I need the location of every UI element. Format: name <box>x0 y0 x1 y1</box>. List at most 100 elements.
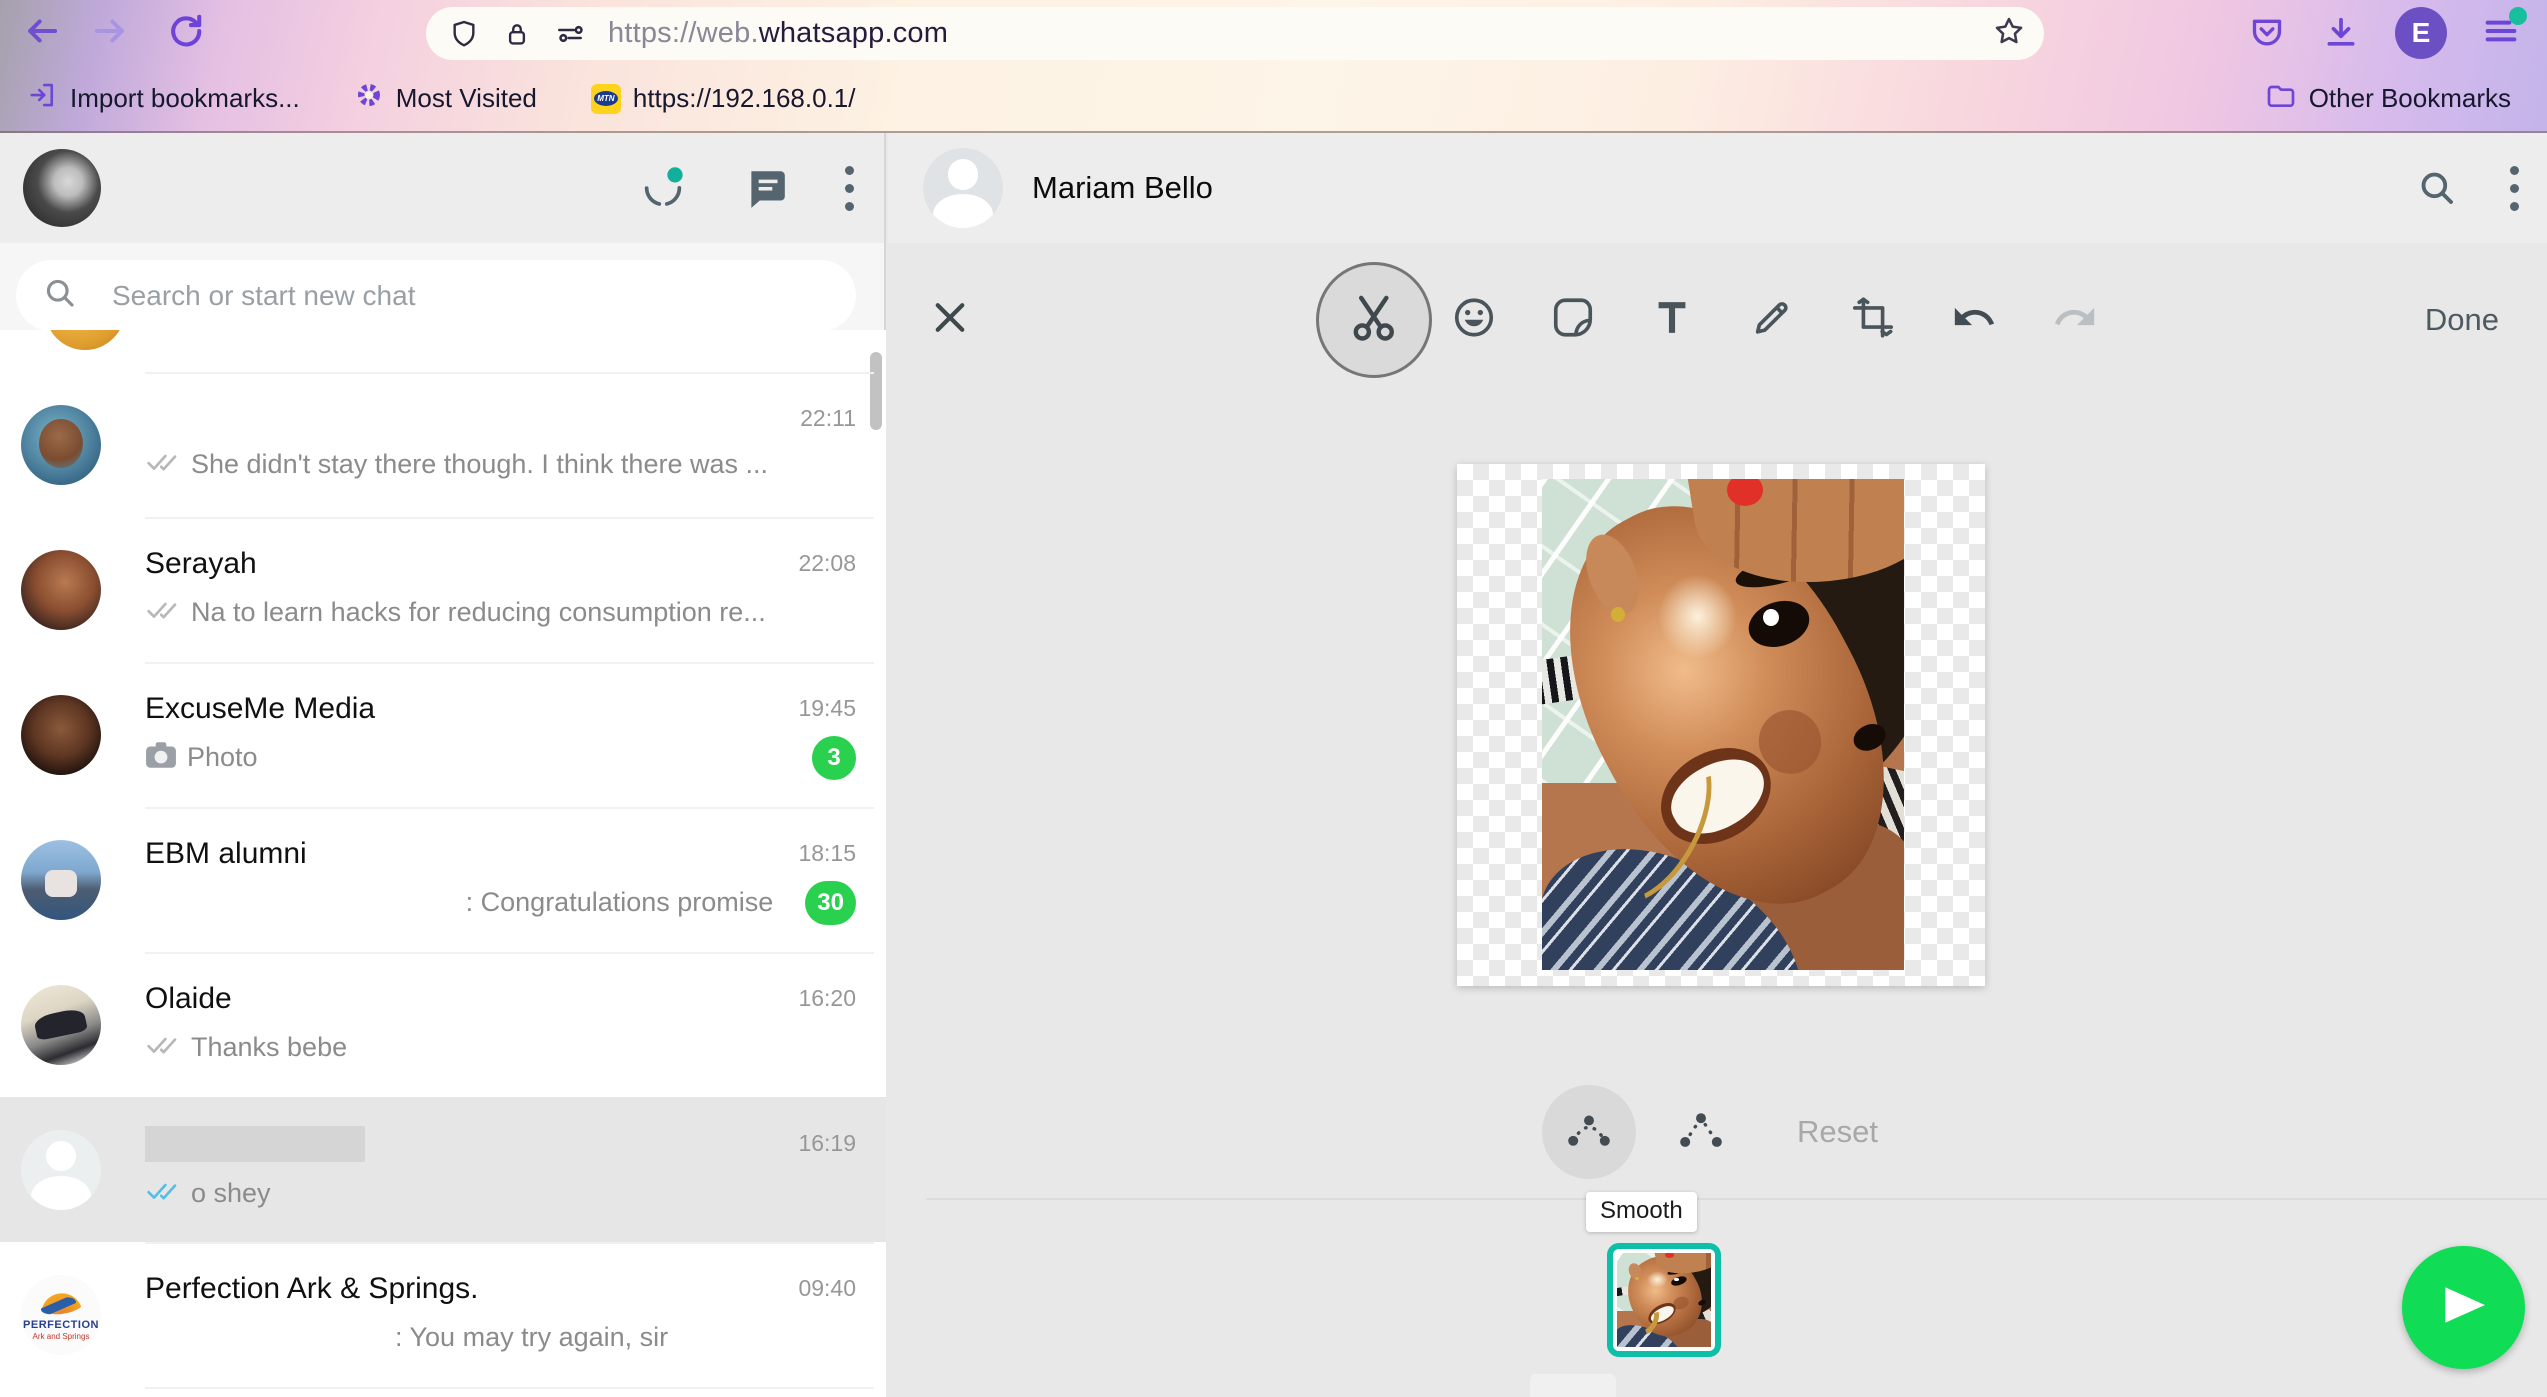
chat-list-item[interactable]: ExcuseMe Media 19:45 Photo 3 <box>0 662 886 807</box>
avatar <box>21 550 101 630</box>
scissors-icon <box>1346 290 1402 351</box>
chat-list-item[interactable]: PERFECTION Ark and Springs Perfection Ar… <box>0 1242 886 1387</box>
sharp-curve-button[interactable] <box>1675 1104 1727 1161</box>
bookmark-star-icon[interactable] <box>1992 14 2026 53</box>
sharp-curve-icon <box>1675 1104 1727 1161</box>
url-text: https://web.whatsapp.com <box>608 17 1992 50</box>
bookmark-router[interactable]: MTN https://192.168.0.1/ <box>591 83 856 114</box>
photo-thumbnail-image <box>1617 1253 1711 1347</box>
photo-editor-panel: Mariam Bello <box>888 133 2547 1397</box>
chat-time: 16:19 <box>798 1130 856 1157</box>
sidebar-menu-button[interactable] <box>845 166 854 211</box>
done-button[interactable]: Done <box>2425 302 2499 338</box>
search-area <box>0 243 884 330</box>
search-bar[interactable] <box>16 260 856 331</box>
search-input[interactable] <box>112 280 830 312</box>
chat-header: Mariam Bello <box>888 133 2547 243</box>
back-button[interactable] <box>17 8 67 58</box>
photo-being-edited[interactable] <box>1542 479 1904 970</box>
other-bookmarks[interactable]: Other Bookmarks <box>2265 79 2511 118</box>
url-bar[interactable]: https://web.whatsapp.com <box>426 7 2044 60</box>
download-icon[interactable] <box>2321 13 2361 53</box>
chat-message: Na to learn hacks for reducing consumpti… <box>191 597 766 628</box>
bookmark-most-visited[interactable]: Most Visited <box>354 80 537 117</box>
chat-title: Mariam Bello <box>1032 133 1213 243</box>
other-bookmarks-label: Other Bookmarks <box>2309 83 2511 114</box>
navbar-right-icons: E <box>2247 0 2547 66</box>
profile-avatar[interactable] <box>23 149 101 227</box>
gear-icon <box>354 80 384 117</box>
double-tick-icon <box>145 598 181 627</box>
lock-icon[interactable] <box>502 18 532 50</box>
status-button[interactable] <box>639 164 687 212</box>
undo-icon <box>1951 295 1997 346</box>
notification-dot <box>2509 7 2527 25</box>
sidebar-header-icons <box>639 133 854 243</box>
editor-divider <box>926 1198 2547 1200</box>
reload-icon <box>166 12 204 55</box>
undo-button[interactable] <box>1951 295 1997 346</box>
sidebar-header <box>0 133 884 243</box>
camera-icon <box>145 741 177 774</box>
chat-time: 19:45 <box>798 695 856 722</box>
tracking-shield-icon[interactable] <box>448 18 480 50</box>
account-avatar[interactable]: E <box>2395 7 2447 59</box>
send-button[interactable] <box>2402 1246 2525 1369</box>
draw-tool-button[interactable] <box>1749 295 1795 346</box>
photo-thumbnail[interactable] <box>1607 1243 1721 1357</box>
text-tool-button[interactable] <box>1649 295 1695 346</box>
reset-button[interactable]: Reset <box>1797 1114 1878 1150</box>
folder-icon <box>2265 79 2297 118</box>
search-icon[interactable] <box>2416 167 2458 209</box>
pocket-icon[interactable] <box>2247 13 2287 53</box>
chat-list-item[interactable]: 16:19 o shey <box>0 1097 886 1242</box>
avatar: PERFECTION Ark and Springs <box>21 1275 101 1355</box>
avatar <box>21 1130 101 1210</box>
pencil-icon <box>1749 295 1795 346</box>
double-tick-icon <box>145 1033 181 1062</box>
reload-button[interactable] <box>160 8 210 58</box>
browser-navbar: https://web.whatsapp.com E <box>0 0 2547 66</box>
avatar <box>45 330 125 350</box>
back-arrow-icon <box>23 12 61 55</box>
chat-message: : You may try again, sir <box>395 1322 668 1353</box>
redo-button[interactable] <box>2052 295 2098 346</box>
bookmark-label: https://192.168.0.1/ <box>633 83 856 114</box>
chat-message: o shey <box>191 1178 271 1209</box>
permissions-icon[interactable] <box>554 18 586 50</box>
smooth-tooltip: Smooth <box>1586 1192 1697 1232</box>
chat-time: 22:08 <box>798 550 856 577</box>
unread-badge: 30 <box>805 881 856 925</box>
avatar <box>21 840 101 920</box>
chat-list-item[interactable]: EBM alumni 18:15 : Congratulations promi… <box>0 807 886 952</box>
app-menu-button[interactable] <box>2481 11 2521 56</box>
unread-badge: 3 <box>812 736 856 780</box>
bookmarks-bar: Import bookmarks... Most Visited MTN htt… <box>0 66 2547 131</box>
edit-canvas[interactable] <box>1457 464 1985 986</box>
chat-list-item[interactable]: Serayah 22:08 Na to learn hacks for redu… <box>0 517 886 662</box>
sticker-tool-button[interactable] <box>1550 295 1596 346</box>
cutout-tool-button[interactable] <box>1346 290 1402 351</box>
chat-list-item[interactable]: Olaide 16:20 Thanks bebe <box>0 952 886 1097</box>
screen: https://web.whatsapp.com E <box>0 0 2547 1397</box>
chat-message: : Congratulations promise <box>466 887 774 918</box>
chat-name: ExcuseMe Media <box>145 692 798 726</box>
smooth-curve-button[interactable] <box>1563 1104 1615 1161</box>
emoji-tool-button[interactable] <box>1451 295 1497 346</box>
close-editor-button[interactable] <box>929 297 971 344</box>
chat-time: 18:15 <box>798 840 856 867</box>
double-tick-icon <box>145 1179 181 1208</box>
bookmark-label: Import bookmarks... <box>70 83 300 114</box>
chat-time: 09:40 <box>798 1275 856 1302</box>
bookmark-import[interactable]: Import bookmarks... <box>28 80 300 117</box>
chat-menu-button[interactable] <box>2510 166 2519 211</box>
send-icon <box>2437 1278 2491 1337</box>
close-icon <box>929 297 971 344</box>
forward-button[interactable] <box>85 8 135 58</box>
chat-list-item[interactable]: 22:11 She didn't stay there though. I th… <box>0 372 886 517</box>
smooth-curve-icon <box>1563 1104 1615 1161</box>
contact-avatar[interactable] <box>923 148 1003 228</box>
mtn-favicon-text: MTN <box>594 91 618 106</box>
crop-tool-button[interactable] <box>1850 295 1896 346</box>
new-chat-button[interactable] <box>743 165 789 211</box>
